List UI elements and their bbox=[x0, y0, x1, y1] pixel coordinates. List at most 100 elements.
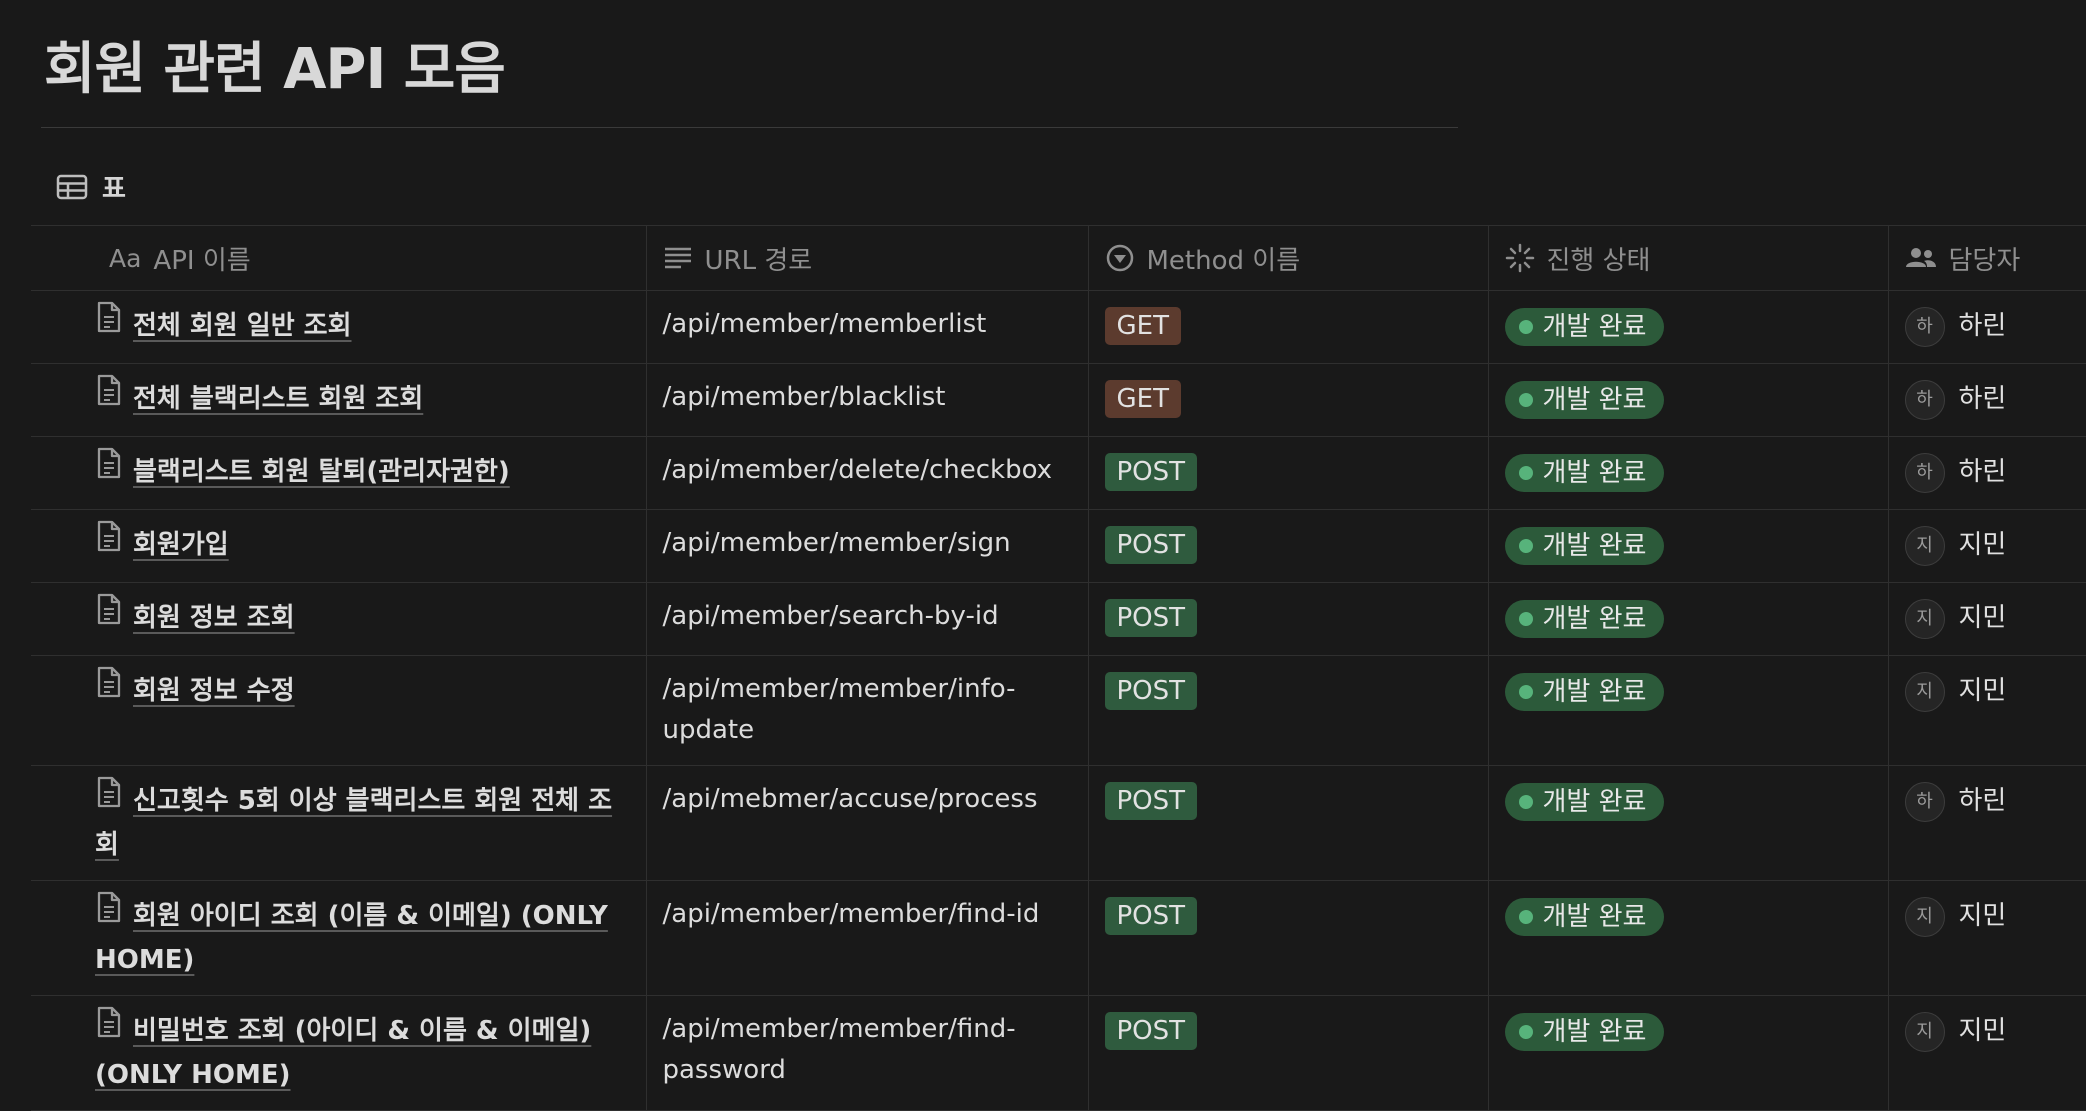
avatar: 지 bbox=[1904, 598, 1945, 639]
url-text: /api/member/member/sign bbox=[662, 528, 1011, 558]
status-label: 개발 완료 bbox=[1542, 902, 1647, 932]
cell-api-name[interactable]: 블랙리스트 회원 탈퇴(관리자권한) bbox=[31, 436, 647, 510]
cell-api-name[interactable]: 신고횟수 5회 이상 블랙리스트 회원 전체 조회 bbox=[31, 765, 647, 881]
assignee-name: 하린 bbox=[1958, 384, 2007, 414]
cell-method[interactable]: POST bbox=[1088, 582, 1489, 656]
page-title-link[interactable]: 회원 아이디 조회 (이름 & 이메일) (ONLY HOME) bbox=[95, 901, 608, 975]
cell-api-name[interactable]: 전체 회원 일반 조회 bbox=[31, 290, 647, 364]
cell-api-name[interactable]: 비밀번호 조회 (아이디 & 이름 & 이메일) (ONLY HOME) bbox=[31, 995, 647, 1111]
cell-status[interactable]: 개발 완료 bbox=[1488, 765, 1889, 881]
status-dot-icon bbox=[1518, 539, 1533, 553]
cell-assignee[interactable]: 하 하린 bbox=[1888, 436, 2086, 510]
cell-assignee[interactable]: 하 하린 bbox=[1888, 363, 2086, 437]
cell-status[interactable]: 개발 완료 bbox=[1488, 995, 1889, 1111]
title-divider bbox=[41, 127, 1458, 128]
table-row[interactable]: 전체 회원 일반 조회 /api/member/memberlist GET 개… bbox=[31, 290, 2086, 364]
table-row[interactable]: 회원 정보 조회 /api/member/search-by-id POST 개… bbox=[31, 582, 2086, 656]
page-document-icon bbox=[95, 891, 123, 936]
method-badge: POST bbox=[1104, 1012, 1198, 1050]
cell-api-name[interactable]: 회원 정보 조회 bbox=[31, 582, 647, 656]
cell-method[interactable]: GET bbox=[1088, 290, 1489, 364]
status-dot-icon bbox=[1518, 685, 1533, 699]
cell-assignee[interactable]: 지 지민 bbox=[1888, 582, 2086, 656]
status-label: 개발 완료 bbox=[1542, 604, 1647, 634]
cell-url[interactable]: /api/member/member/info-update bbox=[646, 655, 1089, 766]
page-document-icon bbox=[95, 1006, 123, 1051]
page-title-link[interactable]: 전체 회원 일반 조회 bbox=[133, 311, 352, 341]
cell-method[interactable]: POST bbox=[1088, 655, 1489, 766]
cell-method[interactable]: POST bbox=[1088, 765, 1489, 881]
cell-assignee[interactable]: 지 지민 bbox=[1888, 655, 2086, 766]
cell-assignee[interactable]: 지 지민 bbox=[1888, 995, 2086, 1111]
method-badge: POST bbox=[1104, 782, 1198, 820]
avatar: 지 bbox=[1904, 525, 1945, 566]
url-text: /api/member/memberlist bbox=[662, 309, 987, 339]
cell-assignee[interactable]: 지 지민 bbox=[1888, 880, 2086, 996]
cell-url[interactable]: /api/member/blacklist bbox=[646, 363, 1089, 437]
url-text: /api/member/member/info-update bbox=[662, 674, 1016, 745]
cell-method[interactable]: GET bbox=[1088, 363, 1489, 437]
page-title-link[interactable]: 전체 블랙리스트 회원 조회 bbox=[133, 384, 423, 414]
cell-method[interactable]: POST bbox=[1088, 995, 1489, 1111]
column-header-status[interactable]: 진행 상태 bbox=[1488, 225, 1889, 291]
cell-assignee[interactable]: 하 하린 bbox=[1888, 765, 2086, 881]
table-row[interactable]: 회원가입 /api/member/member/sign POST 개발 완료 … bbox=[31, 509, 2086, 583]
status-dot-icon bbox=[1518, 910, 1533, 924]
page-title-link[interactable]: 회원가입 bbox=[133, 530, 229, 560]
column-header-assignee[interactable]: 담당자 bbox=[1888, 225, 2086, 291]
page-title[interactable]: 회원 관련 API 모음 bbox=[44, 24, 506, 105]
page-title-link[interactable]: 비밀번호 조회 (아이디 & 이름 & 이메일) (ONLY HOME) bbox=[95, 1016, 591, 1090]
table-row[interactable]: 블랙리스트 회원 탈퇴(관리자권한) /api/member/delete/ch… bbox=[31, 436, 2086, 510]
cell-url[interactable]: /api/member/member/sign bbox=[646, 509, 1089, 583]
status-label: 개발 완료 bbox=[1542, 787, 1647, 817]
cell-url[interactable]: /api/member/search-by-id bbox=[646, 582, 1089, 656]
status-label: 개발 완료 bbox=[1542, 385, 1647, 415]
avatar: 하 bbox=[1904, 379, 1945, 420]
cell-url[interactable]: /api/member/member/find-password bbox=[646, 995, 1089, 1111]
cell-api-name[interactable]: 회원 정보 수정 bbox=[31, 655, 647, 766]
table-row[interactable]: 비밀번호 조회 (아이디 & 이름 & 이메일) (ONLY HOME) /ap… bbox=[31, 995, 2086, 1111]
method-badge: GET bbox=[1104, 307, 1181, 345]
cell-status[interactable]: 개발 완료 bbox=[1488, 655, 1889, 766]
cell-status[interactable]: 개발 완료 bbox=[1488, 880, 1889, 996]
page-title-link[interactable]: 회원 정보 조회 bbox=[133, 603, 295, 633]
tab-table-view[interactable]: 표 bbox=[56, 168, 126, 205]
page-document-icon bbox=[95, 776, 123, 821]
status-dot-icon bbox=[1518, 612, 1533, 626]
cell-url[interactable]: /api/member/member/find-id bbox=[646, 880, 1089, 996]
table-row[interactable]: 회원 아이디 조회 (이름 & 이메일) (ONLY HOME) /api/me… bbox=[31, 880, 2086, 996]
page-title-link[interactable]: 신고횟수 5회 이상 블랙리스트 회원 전체 조회 bbox=[95, 786, 612, 860]
cell-api-name[interactable]: 회원 아이디 조회 (이름 & 이메일) (ONLY HOME) bbox=[31, 880, 647, 996]
status-badge: 개발 완료 bbox=[1504, 673, 1665, 711]
url-text: /api/member/blacklist bbox=[662, 382, 946, 412]
table-header-row: Aa API 이름 URL 경로 Method 이름 진행 상태 담당자 bbox=[31, 225, 2086, 291]
cell-url[interactable]: /api/member/memberlist bbox=[646, 290, 1089, 364]
assignee-name: 하린 bbox=[1958, 311, 2007, 341]
cell-url[interactable]: /api/member/delete/checkbox bbox=[646, 436, 1089, 510]
cell-status[interactable]: 개발 완료 bbox=[1488, 436, 1889, 510]
cell-method[interactable]: POST bbox=[1088, 436, 1489, 510]
table-row[interactable]: 회원 정보 수정 /api/member/member/info-update … bbox=[31, 655, 2086, 766]
cell-method[interactable]: POST bbox=[1088, 509, 1489, 583]
cell-status[interactable]: 개발 완료 bbox=[1488, 363, 1889, 437]
cell-api-name[interactable]: 회원가입 bbox=[31, 509, 647, 583]
table-row[interactable]: 전체 블랙리스트 회원 조회 /api/member/blacklist GET… bbox=[31, 363, 2086, 437]
cell-method[interactable]: POST bbox=[1088, 880, 1489, 996]
cell-status[interactable]: 개발 완료 bbox=[1488, 509, 1889, 583]
cell-api-name[interactable]: 전체 블랙리스트 회원 조회 bbox=[31, 363, 647, 437]
cell-status[interactable]: 개발 완료 bbox=[1488, 290, 1889, 364]
cell-assignee[interactable]: 지 지민 bbox=[1888, 509, 2086, 583]
cell-assignee[interactable]: 하 하린 bbox=[1888, 290, 2086, 364]
column-header-url[interactable]: URL 경로 bbox=[646, 225, 1089, 291]
avatar: 지 bbox=[1904, 1011, 1945, 1052]
page-title-link[interactable]: 회원 정보 수정 bbox=[133, 676, 295, 706]
status-label: 개발 완료 bbox=[1542, 531, 1647, 561]
cell-url[interactable]: /api/mebmer/accuse/process bbox=[646, 765, 1089, 881]
cell-status[interactable]: 개발 완료 bbox=[1488, 582, 1889, 656]
column-header-api-name[interactable]: Aa API 이름 bbox=[31, 225, 647, 291]
status-dot-icon bbox=[1518, 466, 1533, 480]
column-header-method[interactable]: Method 이름 bbox=[1088, 225, 1489, 291]
table-row[interactable]: 신고횟수 5회 이상 블랙리스트 회원 전체 조회 /api/mebmer/ac… bbox=[31, 765, 2086, 881]
page-title-link[interactable]: 블랙리스트 회원 탈퇴(관리자권한) bbox=[133, 457, 510, 487]
avatar: 하 bbox=[1904, 781, 1945, 822]
